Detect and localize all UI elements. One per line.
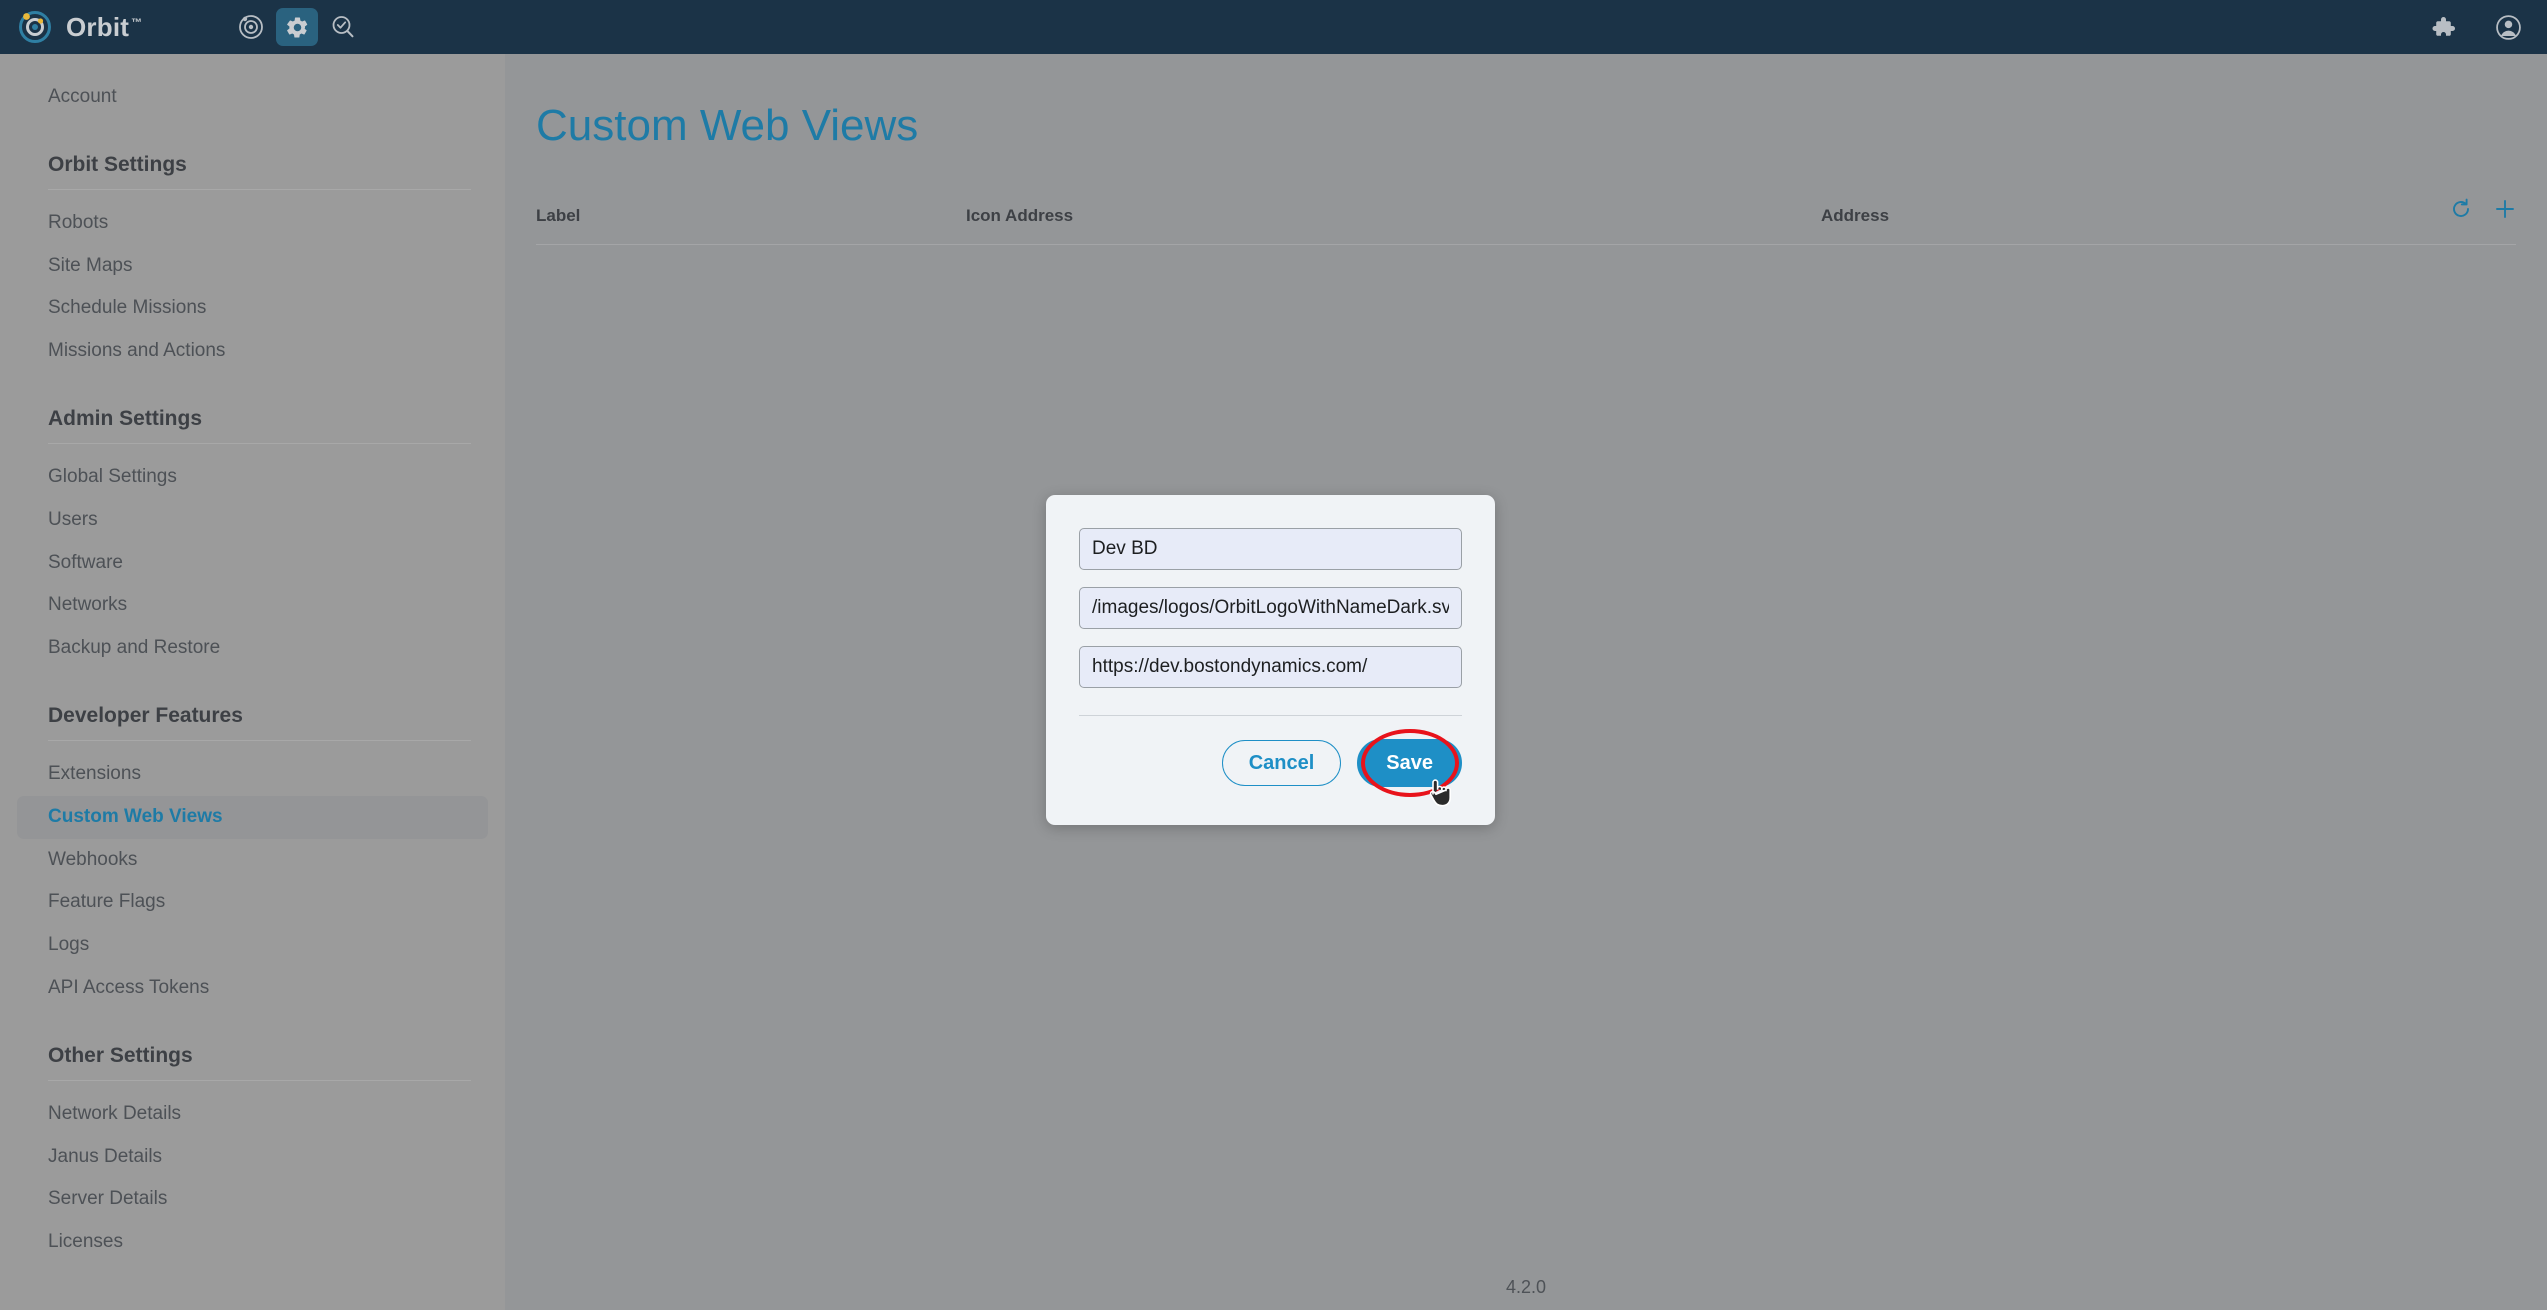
sidebar-item-custom-web-views[interactable]: Custom Web Views	[17, 796, 488, 839]
column-header-label: Label	[536, 206, 966, 226]
table-action-group	[2450, 198, 2516, 225]
orbit-target-icon	[238, 14, 264, 40]
custom-web-views-table: Label Icon Address Address	[505, 196, 2547, 245]
label-field[interactable]	[1079, 528, 1462, 570]
top-navigation-bar: Orbit™	[0, 0, 2547, 54]
nav-dashboard-button[interactable]	[230, 8, 272, 46]
save-button-wrapper: Save	[1357, 739, 1462, 787]
sidebar-item-webhooks[interactable]: Webhooks	[17, 839, 488, 882]
refresh-icon	[2450, 198, 2472, 225]
main-content: Custom Web Views Label Icon Address Addr…	[505, 54, 2547, 1310]
orbit-logo-icon	[18, 10, 52, 44]
user-account-icon	[2495, 14, 2522, 41]
icon-address-field[interactable]	[1079, 587, 1462, 629]
sidebar-item-account[interactable]: Account	[17, 76, 488, 119]
gear-icon	[285, 15, 310, 40]
puzzle-piece-icon	[2432, 15, 2456, 39]
sidebar-section-title: Admin Settings	[17, 373, 488, 437]
sidebar-item-robots[interactable]: Robots	[17, 202, 488, 245]
table-header-row: Label Icon Address Address	[536, 196, 2516, 236]
add-web-view-button[interactable]	[2494, 198, 2516, 225]
sidebar-item-feature-flags[interactable]: Feature Flags	[17, 881, 488, 924]
address-field[interactable]	[1079, 646, 1462, 688]
nav-inspections-button[interactable]	[322, 8, 364, 46]
nav-settings-button[interactable]	[276, 8, 318, 46]
sidebar-item-extensions[interactable]: Extensions	[17, 753, 488, 796]
modal-action-row: Cancel Save	[1079, 739, 1462, 787]
sidebar-item-network-details[interactable]: Network Details	[17, 1093, 488, 1136]
column-header-icon-address: Icon Address	[966, 206, 1821, 226]
sidebar-section-divider	[48, 1080, 471, 1081]
save-button[interactable]: Save	[1357, 739, 1462, 787]
top-nav-right-group	[2427, 10, 2525, 44]
sidebar-item-logs[interactable]: Logs	[17, 924, 488, 967]
extensions-button[interactable]	[2427, 10, 2461, 44]
brand[interactable]: Orbit™	[18, 10, 142, 44]
plus-icon	[2494, 198, 2516, 225]
sidebar-item-licenses[interactable]: Licenses	[17, 1221, 488, 1264]
sidebar-section-title: Developer Features	[17, 670, 488, 734]
search-check-icon	[330, 14, 356, 40]
sidebar-item-software[interactable]: Software	[17, 542, 488, 585]
sidebar-item-networks[interactable]: Networks	[17, 584, 488, 627]
trademark-mark: ™	[131, 17, 142, 29]
refresh-table-button[interactable]	[2450, 198, 2472, 225]
modal-divider	[1079, 715, 1462, 716]
version-label: 4.2.0	[505, 1277, 2547, 1298]
sidebar-section-divider	[48, 189, 471, 190]
sidebar-sections: Orbit Settings RobotsSite MapsSchedule Mi…	[0, 119, 505, 1264]
sidebar-item-global-settings[interactable]: Global Settings	[17, 456, 488, 499]
sidebar-item-backup-and-restore[interactable]: Backup and Restore	[17, 627, 488, 670]
sidebar-item-site-maps[interactable]: Site Maps	[17, 245, 488, 288]
sidebar-item-missions-and-actions[interactable]: Missions and Actions	[17, 330, 488, 373]
sidebar-section-title: Orbit Settings	[17, 119, 488, 183]
sidebar-item-server-details[interactable]: Server Details	[17, 1178, 488, 1221]
sidebar-item-schedule-missions[interactable]: Schedule Missions	[17, 287, 488, 330]
sidebar-section-divider	[48, 443, 471, 444]
column-header-address: Address	[1821, 206, 2516, 226]
settings-sidebar: Account Orbit Settings RobotsSite MapsSch…	[0, 54, 505, 1310]
sidebar-item-users[interactable]: Users	[17, 499, 488, 542]
brand-name: Orbit™	[66, 12, 142, 43]
sidebar-item-api-access-tokens[interactable]: API Access Tokens	[17, 967, 488, 1010]
account-menu-button[interactable]	[2491, 10, 2525, 44]
cancel-button[interactable]: Cancel	[1222, 740, 1342, 786]
sidebar-item-janus-details[interactable]: Janus Details	[17, 1136, 488, 1179]
table-header-divider	[536, 244, 2516, 245]
sidebar-section-divider	[48, 740, 471, 741]
sidebar-section-title: Other Settings	[17, 1010, 488, 1074]
edit-web-view-dialog: Cancel Save	[1046, 495, 1495, 825]
page-title: Custom Web Views	[505, 54, 2547, 150]
nav-icon-group	[230, 8, 364, 46]
